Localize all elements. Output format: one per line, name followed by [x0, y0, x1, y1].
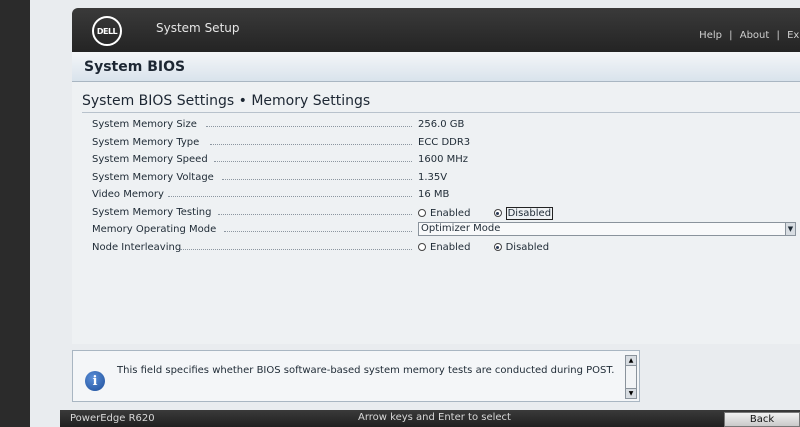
app-title: System Setup [156, 21, 240, 35]
setting-label: Video Memory [92, 189, 164, 200]
radio-label: Enabled [430, 207, 471, 219]
exit-link[interactable]: Exit [787, 30, 800, 41]
memory-testing-disabled-radio[interactable]: Disabled [493, 206, 554, 220]
footer-bar: PowerEdge R620 Arrow keys and Enter to s… [60, 410, 800, 427]
setting-label: System Memory Type [92, 136, 200, 148]
heading-divider [82, 112, 800, 113]
settings-list: System Memory Size 256.0 GB System Memor… [82, 116, 800, 256]
radio-checked-icon [493, 243, 502, 251]
info-icon: i [85, 371, 105, 391]
settings-panel: System BIOS Settings • Memory Settings S… [72, 82, 800, 344]
section-band: System BIOS [72, 52, 800, 82]
page-heading: System BIOS Settings • Memory Settings [82, 93, 371, 109]
leader-dots [206, 126, 412, 127]
link-separator: | [729, 30, 733, 41]
link-separator: | [776, 30, 780, 41]
system-model: PowerEdge R620 [70, 413, 155, 424]
select-value: Optimizer Mode [421, 223, 501, 234]
node-interleaving-disabled-radio[interactable]: Disabled [493, 241, 550, 253]
leader-dots [214, 161, 412, 162]
radio-label: Disabled [505, 241, 550, 253]
navigation-hint: Arrow keys and Enter to select [358, 412, 511, 423]
setting-value: ECC DDR3 [418, 136, 471, 148]
setting-value: 256.0 GB [418, 119, 465, 130]
radio-checked-icon [493, 209, 502, 217]
setting-label: System Memory Speed [92, 154, 208, 165]
setting-row-memory-size: System Memory Size 256.0 GB [82, 116, 800, 134]
header-links: Help | About | Exit [697, 30, 800, 41]
top-header-bar: DELL System Setup Help | About | Exit [72, 8, 800, 52]
setting-value: 16 MB [418, 189, 450, 200]
node-interleaving-enabled-radio[interactable]: Enabled [418, 242, 470, 253]
setting-label: System Memory Testing [92, 206, 212, 218]
help-text: This field specifies whether BIOS softwa… [117, 365, 615, 376]
leader-dots [210, 143, 412, 145]
setting-value: 1600 MHz [418, 154, 469, 165]
help-panel: i This field specifies whether BIOS soft… [72, 350, 640, 402]
help-scrollbar[interactable]: ▲ ▼ [625, 355, 637, 399]
leader-dots [180, 248, 412, 250]
setting-row-memory-voltage: System Memory Voltage 1.35V [82, 169, 800, 187]
help-link[interactable]: Help [699, 30, 722, 41]
radio-unchecked-icon [418, 243, 426, 251]
radio-unchecked-icon [418, 209, 426, 217]
bios-screen: DELL System Setup Help | About | Exit Sy… [0, 0, 800, 427]
leader-dots [222, 178, 412, 180]
setting-row-memory-type: System Memory Type ECC DDR3 [82, 134, 800, 152]
setting-label: System Memory Voltage [92, 171, 214, 183]
setting-row-node-interleaving: Node Interleaving Enabled Disabled [82, 239, 800, 257]
memory-operating-mode-select[interactable]: Optimizer Mode ▼ [418, 222, 796, 236]
chevron-down-icon[interactable]: ▼ [785, 223, 795, 235]
setting-label: System Memory Size [92, 119, 197, 130]
about-link[interactable]: About [740, 30, 770, 41]
setting-row-memory-testing: System Memory Testing Enabled Disabled [82, 204, 800, 222]
radio-label: Enabled [430, 241, 471, 253]
radio-label: Disabled [505, 206, 554, 220]
memory-testing-enabled-radio[interactable]: Enabled [418, 208, 470, 219]
section-title: System BIOS [84, 59, 186, 75]
setting-row-video-memory: Video Memory 16 MB [82, 186, 800, 204]
node-interleaving-radio-group: Enabled Disabled [418, 242, 569, 255]
leader-dots [224, 231, 412, 232]
leader-dots [218, 213, 412, 215]
dell-logo: DELL [92, 16, 122, 46]
chevron-down-icon[interactable]: ▼ [626, 388, 636, 398]
setting-row-memory-speed: System Memory Speed 1600 MHz [82, 151, 800, 169]
back-button[interactable]: Back [724, 412, 800, 427]
setting-label: Node Interleaving [92, 241, 182, 253]
memory-testing-radio-group: Enabled Disabled [418, 206, 573, 221]
leader-dots [168, 196, 412, 197]
setting-row-operating-mode: Memory Operating Mode Optimizer Mode ▼ [82, 221, 800, 239]
setting-label: Memory Operating Mode [92, 224, 217, 235]
setting-value: 1.35V [418, 171, 448, 183]
chevron-up-icon[interactable]: ▲ [626, 356, 636, 366]
